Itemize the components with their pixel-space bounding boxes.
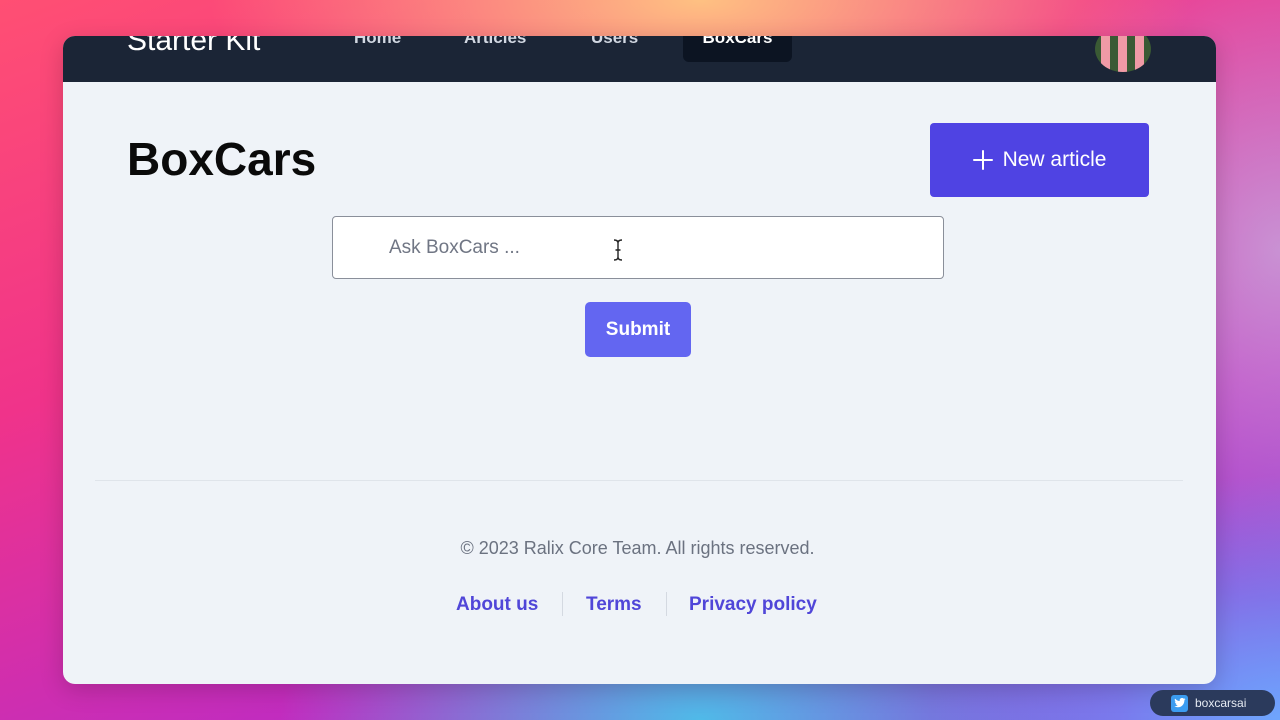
- submit-button[interactable]: Submit: [585, 302, 691, 357]
- avatar-stripe: [1101, 36, 1110, 72]
- nav-link-articles[interactable]: Articles: [464, 36, 526, 48]
- plus-icon: [972, 150, 993, 170]
- text-cursor-icon: [613, 239, 623, 261]
- footer-link-privacy[interactable]: Privacy policy: [689, 594, 817, 616]
- top-navbar: Starter Kit Home Articles Users BoxCars: [63, 36, 1216, 82]
- twitter-badge[interactable]: boxcarsai: [1150, 690, 1275, 716]
- footer-link-about[interactable]: About us: [456, 594, 538, 616]
- user-avatar[interactable]: [1095, 36, 1151, 72]
- twitter-bird-icon: [1173, 698, 1185, 708]
- new-article-button[interactable]: New article: [930, 123, 1149, 197]
- ask-boxcars-input[interactable]: [332, 216, 944, 279]
- footer-divider: [95, 480, 1183, 481]
- nav-link-boxcars[interactable]: BoxCars: [683, 36, 792, 62]
- page-title: BoxCars: [127, 133, 317, 185]
- twitter-handle: boxcarsai: [1195, 696, 1247, 710]
- footer-separator: [562, 592, 563, 616]
- avatar-stripe: [1118, 36, 1127, 72]
- app-window: Starter Kit Home Articles Users BoxCars …: [63, 36, 1216, 684]
- new-article-label: New article: [1002, 148, 1107, 171]
- avatar-stripe: [1135, 36, 1144, 72]
- nav-link-home[interactable]: Home: [354, 36, 401, 48]
- copyright-text: © 2023 Ralix Core Team. All rights reser…: [460, 538, 815, 558]
- twitter-icon: [1171, 694, 1188, 712]
- footer-separator: [666, 592, 667, 616]
- nav-link-users[interactable]: Users: [591, 36, 638, 48]
- brand-logo[interactable]: Starter Kit: [127, 36, 260, 58]
- footer-link-terms[interactable]: Terms: [586, 594, 642, 616]
